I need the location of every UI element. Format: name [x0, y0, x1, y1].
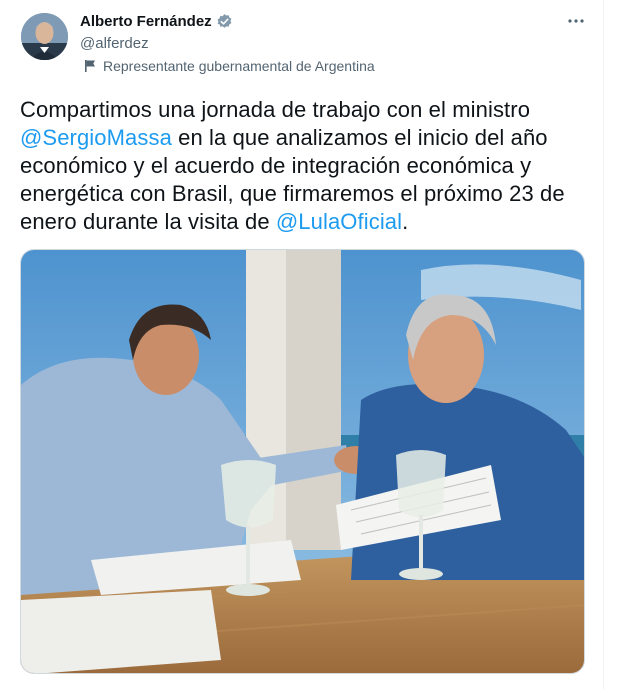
mention-link-sergiomassa[interactable]: @SergioMassa [20, 125, 172, 150]
flag-icon [84, 59, 97, 73]
mention-link-lulaoficial[interactable]: @LulaOficial [276, 209, 402, 234]
tweet-photo[interactable] [20, 249, 585, 674]
more-options-icon[interactable] [565, 10, 587, 32]
tweet-text-part: Compartimos una jornada de trabajo con e… [20, 97, 531, 122]
author-handle[interactable]: @alferdez [80, 35, 149, 52]
author-row: Alberto Fernández [80, 13, 233, 30]
verified-badge-icon [216, 13, 233, 30]
tweet-text: Compartimos una jornada de trabajo con e… [20, 96, 595, 236]
tweet-text-part: . [402, 209, 409, 234]
timeline-border [603, 0, 604, 689]
government-label-text: Representante gubernamental de Argentina [103, 58, 375, 74]
avatar[interactable] [21, 13, 68, 60]
author-name[interactable]: Alberto Fernández [80, 13, 212, 30]
government-label: Representante gubernamental de Argentina [84, 58, 375, 74]
